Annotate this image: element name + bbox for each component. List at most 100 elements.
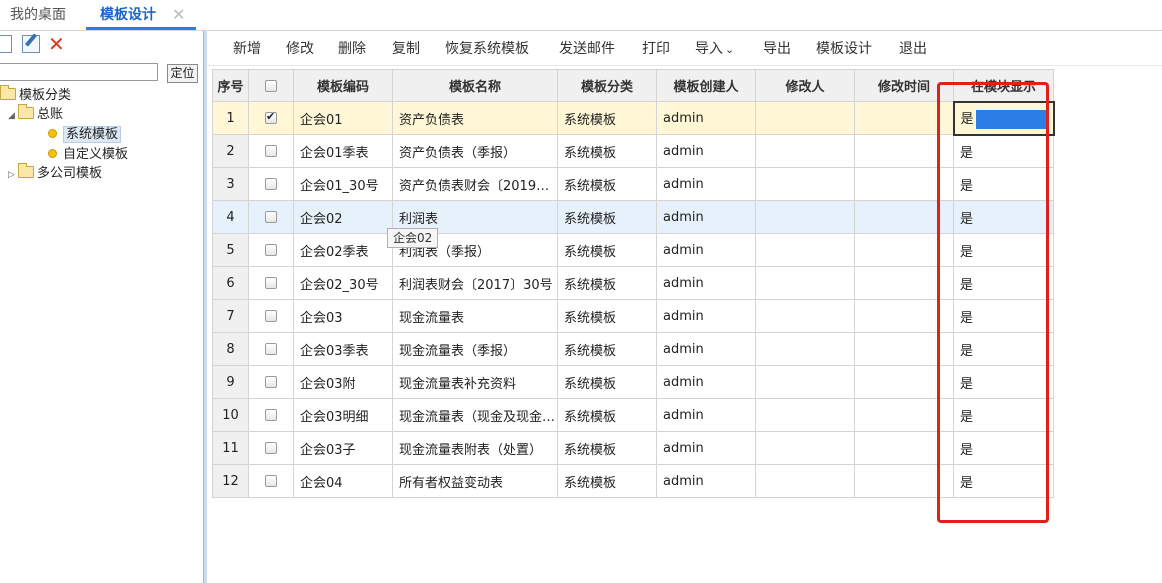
row-checkbox[interactable] bbox=[265, 310, 277, 322]
cell-code[interactable]: 企会02_30号 bbox=[293, 266, 393, 300]
cell-code[interactable]: 企会02季表 bbox=[293, 233, 393, 267]
cell-code[interactable]: 企会04 bbox=[293, 464, 393, 498]
row-checkbox[interactable] bbox=[265, 409, 277, 421]
cell-creator[interactable]: admin bbox=[656, 266, 756, 300]
cell-creator[interactable]: admin bbox=[656, 134, 756, 168]
tree-node-root[interactable]: 模板分类 bbox=[0, 85, 71, 105]
cell-creator[interactable]: admin bbox=[656, 299, 756, 333]
add-button[interactable]: 新增 bbox=[233, 33, 261, 66]
cell-name[interactable]: 现金流量表（现金及现金等价物） bbox=[392, 398, 558, 432]
col-header-creator[interactable]: 模板创建人 bbox=[656, 69, 756, 102]
cell-show-in-module[interactable]: 是 bbox=[953, 398, 1054, 432]
cell-code[interactable]: 企会03附 bbox=[293, 365, 393, 399]
col-header-modifier[interactable]: 修改人 bbox=[755, 69, 855, 102]
cell-show-in-module[interactable]: 是 bbox=[953, 200, 1054, 234]
cell-creator[interactable]: admin bbox=[656, 200, 756, 234]
cell-show-in-module[interactable]: 是 bbox=[953, 431, 1054, 465]
table-row[interactable]: 5 企会02季表 利润表（季报） 系统模板 admin 是 bbox=[212, 233, 1054, 267]
cell-creator[interactable]: admin bbox=[656, 398, 756, 432]
cell-code[interactable]: 企会01_30号 bbox=[293, 167, 393, 201]
copy-button[interactable]: 复制 bbox=[392, 33, 420, 66]
cell-modified-time[interactable] bbox=[854, 365, 954, 399]
restore-system-template-button[interactable]: 恢复系统模板 bbox=[445, 33, 529, 66]
tab-my-desktop[interactable]: 我的桌面 bbox=[10, 0, 66, 30]
cell-creator[interactable]: admin bbox=[656, 431, 756, 465]
cell-category[interactable]: 系统模板 bbox=[557, 332, 657, 366]
cell-show-in-module[interactable]: 是 bbox=[952, 100, 1055, 136]
table-row[interactable]: 8 企会03季表 现金流量表（季报） 系统模板 admin 是 bbox=[212, 332, 1054, 366]
cell-category[interactable]: 系统模板 bbox=[557, 398, 657, 432]
cell-category[interactable]: 系统模板 bbox=[557, 134, 657, 168]
cell-category[interactable]: 系统模板 bbox=[557, 365, 657, 399]
cell-name[interactable]: 现金流量表（季报） bbox=[392, 332, 558, 366]
send-email-button[interactable]: 发送邮件 bbox=[559, 33, 615, 66]
cell-modifier[interactable] bbox=[755, 266, 855, 300]
cell-modifier[interactable] bbox=[755, 167, 855, 201]
cell-code[interactable]: 企会03 bbox=[293, 299, 393, 333]
cell-category[interactable]: 系统模板 bbox=[557, 299, 657, 333]
cell-creator[interactable]: admin bbox=[656, 464, 756, 498]
cell-name[interactable]: 资产负债表财会〔2019〕6号 bbox=[392, 167, 558, 201]
table-row[interactable]: 11 企会03子 现金流量表附表（处置） 系统模板 admin 是 bbox=[212, 431, 1054, 465]
expanded-arrow-icon[interactable]: ◢ bbox=[8, 107, 18, 125]
row-checkbox-cell[interactable] bbox=[248, 200, 294, 234]
tree-search-input[interactable] bbox=[0, 63, 158, 81]
cell-show-in-module[interactable]: 是 bbox=[953, 266, 1054, 300]
cell-creator[interactable]: admin bbox=[656, 365, 756, 399]
delete-button[interactable]: 删除 bbox=[338, 33, 366, 66]
import-dropdown[interactable]: 导入 ⌄ bbox=[695, 33, 734, 66]
row-checkbox-cell[interactable] bbox=[248, 134, 294, 168]
tree-node-multi-company[interactable]: ▷ 多公司模板 bbox=[8, 163, 102, 183]
row-checkbox-cell[interactable] bbox=[248, 464, 294, 498]
row-checkbox[interactable] bbox=[265, 475, 277, 487]
table-row[interactable]: 12 企会04 所有者权益变动表 系统模板 admin 是 bbox=[212, 464, 1054, 498]
table-row[interactable]: 9 企会03附 现金流量表补充资料 系统模板 admin 是 bbox=[212, 365, 1054, 399]
cell-name[interactable]: 所有者权益变动表 bbox=[392, 464, 558, 498]
cell-code[interactable]: 企会03明细 bbox=[293, 398, 393, 432]
cell-modifier[interactable] bbox=[755, 332, 855, 366]
cell-show-in-module[interactable]: 是 bbox=[953, 233, 1054, 267]
cell-name[interactable]: 利润表财会〔2017〕30号 bbox=[392, 266, 558, 300]
cell-modified-time[interactable] bbox=[854, 332, 954, 366]
row-checkbox-cell[interactable] bbox=[248, 167, 294, 201]
cell-creator[interactable]: admin bbox=[656, 167, 756, 201]
cell-category[interactable]: 系统模板 bbox=[557, 266, 657, 300]
cell-show-in-module[interactable]: 是 bbox=[953, 299, 1054, 333]
cell-modifier[interactable] bbox=[755, 431, 855, 465]
close-icon[interactable]: ✕ bbox=[172, 0, 185, 30]
col-header-select-all[interactable] bbox=[248, 69, 294, 102]
tree-node-general-ledger[interactable]: ◢ 总账 bbox=[8, 104, 63, 125]
cell-category[interactable]: 系统模板 bbox=[557, 200, 657, 234]
cell-show-in-module[interactable]: 是 bbox=[953, 464, 1054, 498]
cell-modified-time[interactable] bbox=[854, 134, 954, 168]
cell-modifier[interactable] bbox=[755, 464, 855, 498]
locate-button[interactable]: 定位 bbox=[167, 64, 198, 83]
cell-modifier[interactable] bbox=[755, 200, 855, 234]
row-checkbox-cell[interactable] bbox=[248, 299, 294, 333]
cell-creator[interactable]: admin bbox=[656, 332, 756, 366]
row-checkbox-cell[interactable] bbox=[248, 332, 294, 366]
cell-code[interactable]: 企会01 bbox=[293, 101, 393, 135]
cell-name[interactable]: 现金流量表 bbox=[392, 299, 558, 333]
edit-button[interactable]: 修改 bbox=[286, 33, 314, 66]
cell-modifier[interactable] bbox=[755, 398, 855, 432]
cell-modified-time[interactable] bbox=[854, 299, 954, 333]
row-checkbox-cell[interactable] bbox=[248, 101, 294, 135]
panel-splitter[interactable] bbox=[203, 31, 207, 583]
cell-modifier[interactable] bbox=[755, 134, 855, 168]
row-checkbox[interactable] bbox=[265, 343, 277, 355]
cell-category[interactable]: 系统模板 bbox=[557, 431, 657, 465]
table-row[interactable]: 2 企会01季表 资产负债表（季报） 系统模板 admin 是 bbox=[212, 134, 1054, 168]
cell-category[interactable]: 系统模板 bbox=[557, 233, 657, 267]
cell-name[interactable]: 资产负债表 bbox=[392, 101, 558, 135]
delete-icon[interactable]: ✕ bbox=[48, 34, 66, 54]
cell-modified-time[interactable] bbox=[854, 167, 954, 201]
table-row[interactable]: 1 企会01资产负债表系统模板admin 是 bbox=[212, 100, 1055, 136]
table-row[interactable]: 6 企会02_30号 利润表财会〔2017〕30号 系统模板 admin 是 bbox=[212, 266, 1054, 300]
template-design-button[interactable]: 模板设计 bbox=[816, 33, 872, 66]
cell-modifier[interactable] bbox=[755, 101, 855, 135]
cell-category[interactable]: 系统模板 bbox=[557, 464, 657, 498]
cell-show-in-module[interactable]: 是 bbox=[953, 365, 1054, 399]
tab-template-design[interactable]: 模板设计 ✕ bbox=[86, 0, 196, 30]
cell-code[interactable]: 企会01季表 bbox=[293, 134, 393, 168]
